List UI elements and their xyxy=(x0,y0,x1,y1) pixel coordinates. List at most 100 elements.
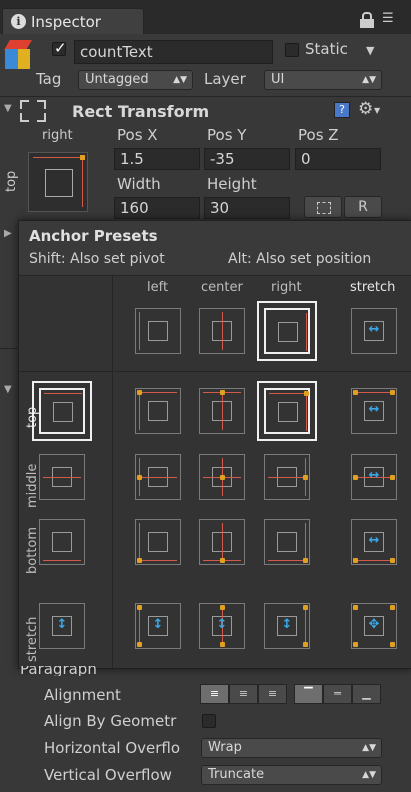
dropdown-arrow-icon: ▲▼ xyxy=(362,770,376,780)
pos-y-field[interactable]: -35 xyxy=(204,148,290,170)
align-left-button[interactable]: ≡ xyxy=(200,684,229,704)
anchor-preset-stretch-center[interactable]: ↕ xyxy=(199,603,245,649)
row-header-middle: middle xyxy=(25,463,40,508)
anchor-preset-middle-stretch[interactable]: ↔ xyxy=(351,454,397,500)
column-header-stretch: stretch xyxy=(350,280,396,295)
align-by-geometry-checkbox[interactable] xyxy=(202,714,216,728)
foldout-arrow-icon[interactable]: ▼ xyxy=(4,384,12,395)
static-checkbox[interactable] xyxy=(285,43,299,57)
tag-dropdown[interactable]: Untagged ▲▼ xyxy=(78,70,193,90)
anchor-preset-stretch-[interactable]: ↕ xyxy=(39,603,85,649)
row-header-stretch: stretch xyxy=(25,616,40,662)
align-top-button[interactable]: ▔ xyxy=(294,684,323,704)
anchor-preset-center[interactable] xyxy=(199,308,245,354)
width-field[interactable]: 160 xyxy=(114,197,200,219)
anchor-preset-middle-center[interactable] xyxy=(199,454,245,500)
pos-z-field[interactable]: 0 xyxy=(295,148,381,170)
height-label: Height xyxy=(207,175,257,193)
vertical-overflow-label: Vertical Overflow xyxy=(44,766,172,784)
raw-edit-button[interactable]: R xyxy=(344,196,382,218)
anchor-preset-middle-left[interactable] xyxy=(135,454,181,500)
tag-label: Tag xyxy=(36,70,62,88)
paragraph-header: Paragraph xyxy=(20,666,97,676)
divider xyxy=(0,348,18,349)
width-label: Width xyxy=(117,175,161,193)
anchor-preset-stretch-right[interactable]: ↕ xyxy=(264,603,310,649)
column-header-right: right xyxy=(271,280,302,295)
anchor-preset-bottom-right[interactable] xyxy=(264,519,310,565)
gear-icon[interactable]: ⚙ xyxy=(358,99,373,119)
anchor-preset-stretch-left[interactable]: ↕ xyxy=(135,603,181,649)
checkmark-icon: ✓ xyxy=(54,39,67,57)
rect-transform-title: Rect Transform xyxy=(72,102,210,121)
blueprint-mode-button[interactable] xyxy=(304,196,342,218)
align-bottom-button[interactable]: ▁ xyxy=(352,684,381,704)
anchor-preset-top-center[interactable] xyxy=(199,388,245,434)
anchor-preset-bottom-left[interactable] xyxy=(135,519,181,565)
column-header-center: center xyxy=(201,280,243,295)
anchor-presets-grid: left center right stretch top middle bot… xyxy=(19,276,411,668)
blueprint-icon xyxy=(317,202,331,214)
vertical-alignment-group: ▔ ═ ▁ xyxy=(294,684,382,704)
vertical-overflow-value: Truncate xyxy=(208,767,265,782)
alignment-label: Alignment xyxy=(44,686,121,704)
tab-inspector[interactable]: i Inspector xyxy=(2,8,144,35)
anchor-presets-popup: Anchor Presets Shift: Also set pivot Alt… xyxy=(18,220,411,669)
gear-dropdown-icon: ▼ xyxy=(374,106,381,115)
horizontal-overflow-label: Horizontal Overflo xyxy=(44,739,181,757)
vertical-overflow-dropdown[interactable]: Truncate ▲▼ xyxy=(201,765,382,785)
active-checkbox[interactable]: ✓ xyxy=(52,39,67,57)
foldout-arrow-icon[interactable]: ▼ xyxy=(4,103,12,114)
anchor-preset-top-left[interactable] xyxy=(135,388,181,434)
anchor-preset-stretch-stretch[interactable]: ✥ xyxy=(351,603,397,649)
align-right-button[interactable]: ≡ xyxy=(258,684,287,704)
anchor-preset-selection-frame xyxy=(32,381,92,441)
anchor-preset-top-stretch[interactable]: ↔ xyxy=(351,388,397,434)
dropdown-arrow-icon: ▲▼ xyxy=(173,75,187,85)
info-icon: i xyxy=(11,14,26,29)
pos-x-field[interactable]: 1.5 xyxy=(114,148,200,170)
anchor-preset-middle-right[interactable] xyxy=(264,454,310,500)
anchor-presets-hint-alt: Alt: Also set position xyxy=(228,251,372,267)
anchor-preset-bottom-center[interactable] xyxy=(199,519,245,565)
anchor-preset-stretch[interactable]: ↔ xyxy=(351,308,397,354)
anchor-preset-bottom-stretch[interactable]: ↔ xyxy=(351,519,397,565)
tab-inspector-label: Inspector xyxy=(31,13,101,31)
object-name-field[interactable]: countText xyxy=(74,40,273,64)
align-center-button[interactable]: ≡ xyxy=(229,684,258,704)
foldout-arrow-icon[interactable]: ▶ xyxy=(4,228,12,239)
column-header-left: left xyxy=(147,280,169,295)
anchor-preset-button[interactable] xyxy=(28,152,88,212)
rect-transform-icon xyxy=(20,100,46,122)
panel-menu-icon[interactable]: ☰ xyxy=(382,12,394,26)
lock-body-icon xyxy=(360,19,374,28)
pos-y-label: Pos Y xyxy=(207,126,247,144)
horizontal-overflow-value: Wrap xyxy=(208,740,242,755)
horizontal-alignment-group: ≡ ≡ ≡ xyxy=(200,684,288,704)
align-by-geometry-label: Align By Geometr xyxy=(44,712,177,730)
height-field[interactable]: 30 xyxy=(204,197,290,219)
anchor-preset-middle-[interactable] xyxy=(39,454,85,500)
inspector-tabbar: i Inspector ☰ xyxy=(0,0,411,35)
layer-dropdown-value: UI xyxy=(271,72,285,87)
static-dropdown-icon[interactable]: ▼ xyxy=(366,44,374,57)
layer-dropdown[interactable]: UI ▲▼ xyxy=(264,70,382,90)
layer-label: Layer xyxy=(204,70,246,88)
horizontal-overflow-dropdown[interactable]: Wrap ▲▼ xyxy=(201,738,382,758)
tag-dropdown-value: Untagged xyxy=(85,72,149,87)
anchor-presets-title: Anchor Presets xyxy=(29,227,158,245)
divider xyxy=(0,96,411,97)
dropdown-arrow-icon: ▲▼ xyxy=(362,75,376,85)
static-label: Static xyxy=(305,40,348,58)
anchor-preset-bottom-[interactable] xyxy=(39,519,85,565)
anchor-preset-left[interactable] xyxy=(135,308,181,354)
anchor-vertical-label: top xyxy=(4,170,19,192)
anchor-presets-hint-shift: Shift: Also set pivot xyxy=(29,251,165,267)
anchor-preset-selection-frame xyxy=(257,301,317,361)
anchor-horizontal-label: right xyxy=(42,128,73,143)
row-header-bottom: bottom xyxy=(25,526,40,574)
anchor-preset-selection-frame xyxy=(257,381,317,441)
align-middle-button[interactable]: ═ xyxy=(323,684,352,704)
dropdown-arrow-icon: ▲▼ xyxy=(362,743,376,753)
help-icon[interactable]: ? xyxy=(334,102,350,118)
